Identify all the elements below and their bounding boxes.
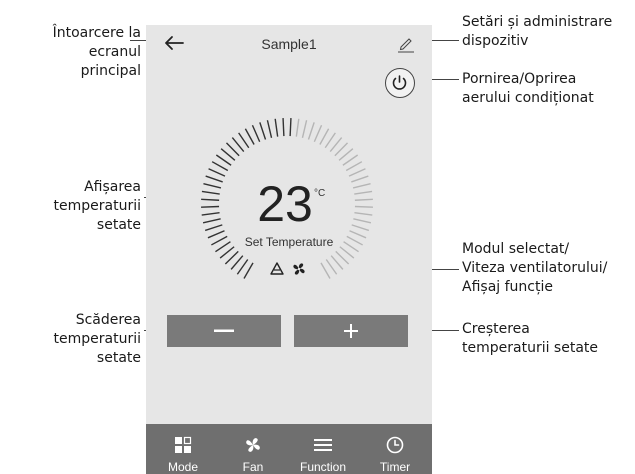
callout-increase: Creșterea temperaturii setate <box>462 321 599 356</box>
temperature-number: 23 <box>257 176 313 232</box>
dial-tick <box>243 262 254 279</box>
dial-tick <box>289 118 292 137</box>
dial-tick <box>348 168 366 177</box>
mode-status-icons <box>270 262 305 275</box>
tab-fan-label: Fan <box>242 460 264 474</box>
set-temperature-label: Set Temperature <box>244 235 334 249</box>
app-screen: Sample1 23 °C Set Temperature Mode Fan F… <box>146 25 432 474</box>
menu-icon <box>314 439 332 451</box>
dial-tick <box>295 118 300 137</box>
dial-tick <box>335 250 350 265</box>
dial-tick <box>325 259 338 275</box>
dial-tick <box>224 250 239 265</box>
dial-tick <box>324 132 336 149</box>
dial-tick <box>319 128 330 145</box>
fan-icon <box>246 438 260 452</box>
dial-tick <box>301 120 308 138</box>
top-bar: Sample1 <box>146 25 432 65</box>
dial-tick <box>208 168 226 177</box>
dial-tick <box>220 148 236 161</box>
callout-mode-display: Modul selectat/ Viteza ventilatorului/ A… <box>462 241 608 295</box>
dial-tick <box>342 154 359 166</box>
callout-temp-display: Afișarea temperaturii setate <box>53 179 141 233</box>
dial-tick <box>320 262 331 279</box>
temperature-value: 23 <box>146 179 432 229</box>
auto-mode-icon <box>270 262 284 275</box>
dial-tick <box>334 142 349 157</box>
tab-function[interactable]: Function <box>294 424 352 474</box>
dial-tick <box>307 122 315 140</box>
tab-function-label: Function <box>299 460 347 474</box>
dial-tick <box>225 142 240 157</box>
dial-tick <box>259 122 267 140</box>
callout-power: Pornirea/Oprirea aerului condiționat <box>462 71 594 106</box>
dial-tick <box>238 132 250 149</box>
dial-tick <box>231 137 245 152</box>
dial-tick <box>236 259 249 275</box>
mode-icon <box>175 436 192 453</box>
minus-icon <box>214 329 234 332</box>
device-title: Sample1 <box>261 36 317 52</box>
tab-timer[interactable]: Timer <box>366 424 424 474</box>
dial-tick <box>251 124 261 143</box>
decrease-temperature-button[interactable] <box>167 315 281 347</box>
dial-tick <box>244 128 255 145</box>
dial-tick <box>211 161 229 172</box>
dial-tick <box>313 124 323 143</box>
pencil-icon <box>398 38 414 53</box>
edit-device-button[interactable] <box>394 31 418 55</box>
bottom-tab-bar: Mode Fan Function Timer <box>146 424 432 474</box>
power-button[interactable] <box>385 68 415 98</box>
callout-settings: Setări și administrare dispozitiv <box>462 14 613 49</box>
plus-icon <box>344 324 358 338</box>
dial-tick <box>282 118 285 137</box>
tab-mode-label: Mode <box>167 460 199 474</box>
tab-fan[interactable]: Fan <box>224 424 282 474</box>
dial-tick <box>329 137 343 152</box>
tab-mode[interactable]: Mode <box>154 424 212 474</box>
increase-temperature-button[interactable] <box>294 315 408 347</box>
tab-timer-label: Timer <box>379 460 411 474</box>
dial-tick <box>330 255 344 270</box>
power-icon <box>392 75 407 90</box>
dial-tick <box>274 118 279 137</box>
dial-tick <box>345 161 363 172</box>
dial-tick <box>215 154 232 166</box>
dial-tick <box>338 148 354 161</box>
temperature-unit: °C <box>314 188 326 199</box>
callout-back: Întoarcere la ecranul principal <box>52 25 141 79</box>
clock-icon <box>386 436 404 454</box>
fan-speed-icon <box>293 263 305 275</box>
callout-decrease: Scăderea temperaturii setate <box>53 312 141 366</box>
dial-tick <box>266 120 273 138</box>
dial-tick <box>230 255 244 270</box>
